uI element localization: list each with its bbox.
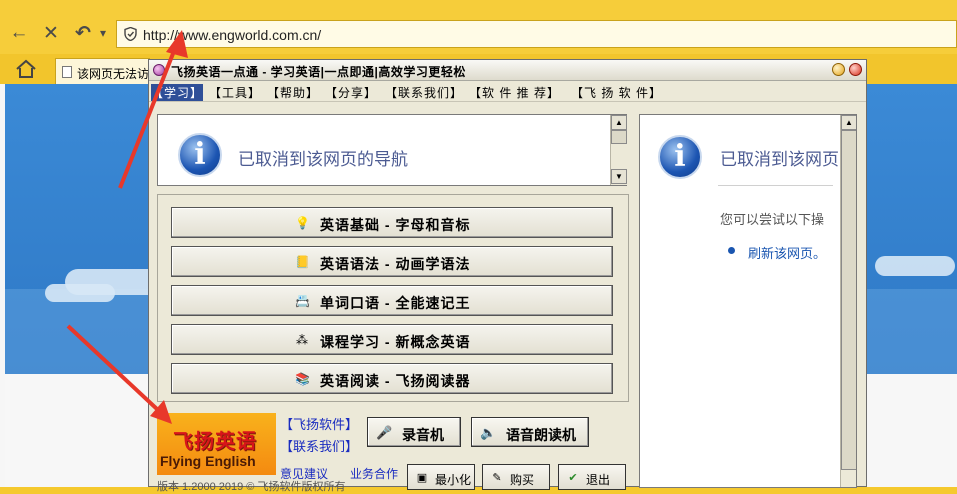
scroll-down-icon[interactable]: ▼ (611, 169, 627, 184)
embedded-browser-pane: i 已取消到该网页的导航 ▲ ▼ (157, 114, 627, 186)
right-cancelled-message: 已取消到该网页 (720, 150, 839, 169)
undo-icon[interactable]: ↶ (72, 22, 94, 44)
app-title-bar[interactable]: 飞扬英语一点通 - 学习英语|一点即通|高效学习更轻松 (149, 60, 866, 81)
course-button[interactable]: ⁂ 课程学习 - 新概念英语 (171, 324, 613, 355)
book-icon: 📒 (295, 255, 310, 269)
minimize-icon[interactable] (832, 63, 845, 76)
chevron-down-icon[interactable]: ▾ (92, 22, 114, 44)
minimize-button[interactable]: ▣ 最小化 (407, 464, 475, 490)
menu-contact[interactable]: 【联系我们】 (385, 84, 463, 101)
divider (718, 185, 833, 186)
info-icon: i (178, 133, 222, 177)
menu-software[interactable]: 【飞 扬 软 件】 (571, 84, 662, 101)
bullet-icon (728, 247, 735, 254)
right-scrollbar[interactable]: ▲ (840, 115, 856, 487)
menu-recommend[interactable]: 【软 件 推 荐】 (469, 84, 560, 101)
minimize-window-icon: ▣ (416, 472, 428, 484)
speaker-icon: 🔈 (480, 425, 497, 440)
buy-button[interactable]: ✎ 购买 (482, 464, 550, 490)
app-icon (153, 64, 165, 76)
tab-title: 该网页无法访问 (77, 67, 149, 81)
address-url[interactable]: http://www.engworld.com.cn/ (143, 27, 321, 43)
grammar-button[interactable]: 📒 英语语法 - 动画学语法 (171, 246, 613, 277)
try-hint-text: 您可以尝试以下操 (720, 212, 825, 227)
back-arrow-icon[interactable]: ← (8, 22, 30, 44)
exit-button[interactable]: ✔ 退出 (558, 464, 626, 490)
recorder-button[interactable]: 🎤 录音机 (367, 417, 461, 447)
software-link[interactable]: 【飞扬软件】 (280, 414, 358, 433)
navigation-cancelled-message: 已取消到该网页的导航 (238, 150, 408, 169)
scroll-up-icon[interactable]: ▲ (841, 115, 856, 130)
voice-reader-label: 语音朗读机 (506, 427, 576, 443)
business-link[interactable]: 业务合作 (350, 465, 398, 482)
exit-label: 退出 (586, 473, 611, 487)
menu-study[interactable]: 【学习】 (151, 84, 204, 101)
books-icon: 📚 (295, 372, 310, 386)
page-icon (62, 66, 72, 78)
stop-icon[interactable]: ✕ (40, 22, 62, 44)
buy-label: 购买 (510, 473, 535, 487)
lightbulb-icon: 💡 (295, 216, 310, 230)
voice-reader-button[interactable]: 🔈 语音朗读机 (471, 417, 589, 447)
home-icon[interactable] (14, 58, 38, 80)
menu-tools[interactable]: 【工具】 (209, 84, 261, 101)
app-menu-bar: 【学习】 【工具】 【帮助】 【分享】 【联系我们】 【软 件 推 荐】 【飞 … (149, 81, 866, 102)
app-window: 飞扬英语一点通 - 学习英语|一点即通|高效学习更轻松 【学习】 【工具】 【帮… (148, 59, 867, 493)
scroll-up-icon[interactable]: ▲ (611, 115, 627, 130)
pencil-icon: ✎ (492, 472, 502, 484)
browser-toolbar: ← ✕ ↶ ▾ http://www.engworld.com.cn/ (0, 0, 957, 54)
minimize-label: 最小化 (435, 473, 472, 487)
course-button-label: 课程学习 - 新概念英语 (320, 334, 471, 350)
reading-button[interactable]: 📚 英语阅读 - 飞扬阅读器 (171, 363, 613, 394)
reading-button-label: 英语阅读 - 飞扬阅读器 (320, 373, 471, 389)
cloud-shape (875, 256, 955, 276)
scroll-thumb[interactable] (841, 130, 856, 470)
cloud-shape (45, 284, 115, 302)
microphone-icon: 🎤 (376, 425, 393, 440)
check-icon: ✔ (568, 472, 578, 484)
info-icon: i (658, 135, 702, 179)
feature-button-group: 💡 英语基础 - 字母和音标 📒 英语语法 - 动画学语法 📇 单词口语 - 全… (157, 194, 629, 402)
vocabulary-button-label: 单词口语 - 全能速记王 (320, 295, 471, 311)
grammar-button-label: 英语语法 - 动画学语法 (320, 256, 471, 272)
logo-english-text: Flying English (160, 453, 256, 469)
flying-english-logo[interactable]: 飞扬英语 Flying English (157, 413, 276, 475)
dictionary-icon: 📇 (295, 294, 310, 308)
menu-share[interactable]: 【分享】 (325, 84, 377, 101)
browser-tab[interactable]: 该网页无法访问 (55, 58, 150, 84)
basics-button[interactable]: 💡 英语基础 - 字母和音标 (171, 207, 613, 238)
basics-button-label: 英语基础 - 字母和音标 (320, 217, 471, 233)
version-text: 版本 1.2000 2019 © 飞扬软件版权所有 (157, 481, 346, 493)
recorder-label: 录音机 (402, 427, 444, 443)
close-icon[interactable] (849, 63, 862, 76)
logo-chinese-text: 飞扬英语 (173, 431, 257, 453)
vocabulary-button[interactable]: 📇 单词口语 - 全能速记王 (171, 285, 613, 316)
refresh-page-link[interactable]: 刷新该网页。 (748, 243, 826, 262)
course-icon: ⁂ (296, 333, 308, 347)
right-browser-pane: i 已取消到该网页 您可以尝试以下操 刷新该网页。 ▲ (639, 114, 857, 488)
menu-help[interactable]: 【帮助】 (267, 84, 319, 101)
shield-icon (124, 27, 137, 41)
embedded-scrollbar[interactable]: ▲ ▼ (610, 115, 627, 185)
scroll-thumb[interactable] (611, 130, 627, 144)
address-bar[interactable]: http://www.engworld.com.cn/ (116, 20, 957, 48)
app-title: 飞扬英语一点通 - 学习英语|一点即通|高效学习更轻松 (171, 65, 466, 79)
contact-link[interactable]: 【联系我们】 (280, 436, 358, 455)
